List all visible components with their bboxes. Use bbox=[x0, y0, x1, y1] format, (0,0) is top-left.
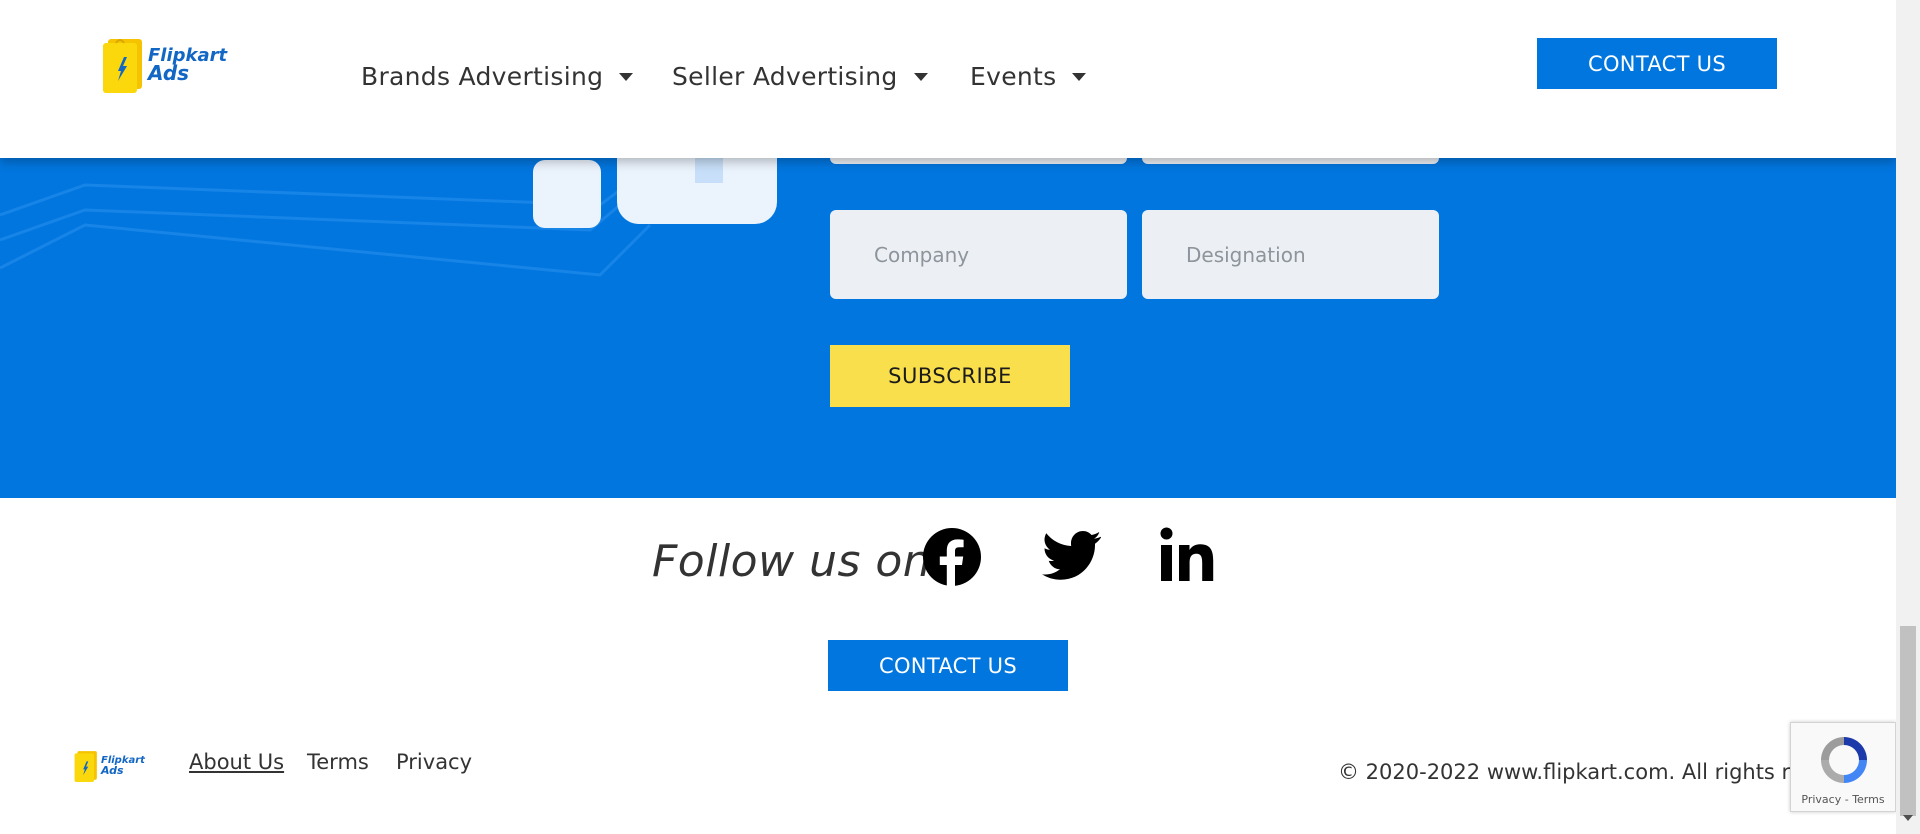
nav-label: Seller Advertising bbox=[672, 62, 898, 91]
nav-seller-advertising[interactable]: Seller Advertising bbox=[672, 62, 928, 91]
recaptcha-terms-link[interactable]: Terms bbox=[1852, 793, 1884, 806]
footer-link-about-us[interactable]: About Us bbox=[189, 750, 284, 774]
nav-label: Brands Advertising bbox=[361, 62, 604, 91]
recaptcha-logo-icon bbox=[1821, 737, 1867, 783]
recaptcha-badge[interactable]: Privacy - Terms bbox=[1790, 722, 1896, 812]
company-field[interactable]: Company bbox=[830, 210, 1127, 299]
logo-line2: Ads bbox=[148, 61, 190, 86]
nav-label: Events bbox=[970, 62, 1057, 91]
scroll-down-arrow-icon[interactable] bbox=[1903, 815, 1913, 821]
caret-down-icon bbox=[913, 72, 928, 81]
logo-line2: Ads bbox=[101, 763, 124, 777]
flipkart-bag-icon bbox=[103, 39, 142, 93]
page: Company Designation SUBSCRIBE Flipkart A… bbox=[0, 0, 1896, 834]
site-header: Flipkart Ads Brands Advertising Seller A… bbox=[0, 0, 1896, 158]
recaptcha-links: Privacy - Terms bbox=[1791, 793, 1895, 806]
twitter-icon[interactable] bbox=[1042, 530, 1102, 582]
footer-link-terms[interactable]: Terms bbox=[307, 750, 369, 774]
nav-events[interactable]: Events bbox=[970, 62, 1087, 91]
company-placeholder: Company bbox=[874, 242, 970, 267]
caret-down-icon bbox=[619, 72, 634, 81]
follow-us-label: Follow us on bbox=[652, 536, 932, 587]
caret-down-icon bbox=[1072, 72, 1087, 81]
footer-link-privacy[interactable]: Privacy bbox=[396, 750, 472, 774]
flipkart-bag-icon bbox=[74, 751, 97, 782]
page-scrollbar[interactable] bbox=[1896, 0, 1920, 834]
header-logo[interactable]: Flipkart Ads bbox=[102, 37, 227, 93]
header-contact-button[interactable]: CONTACT US bbox=[1537, 38, 1777, 89]
designation-placeholder: Designation bbox=[1186, 242, 1306, 267]
linkedin-icon[interactable] bbox=[1160, 527, 1216, 583]
recaptcha-privacy-link[interactable]: Privacy bbox=[1801, 793, 1841, 806]
facebook-icon[interactable] bbox=[922, 527, 982, 587]
footer-logo[interactable]: Flipkart Ads bbox=[74, 750, 145, 782]
scrollbar-thumb[interactable] bbox=[1900, 626, 1916, 816]
nav-brands-advertising[interactable]: Brands Advertising bbox=[361, 62, 634, 91]
footer-contact-button[interactable]: CONTACT US bbox=[828, 640, 1068, 691]
subscribe-button[interactable]: SUBSCRIBE bbox=[830, 345, 1070, 407]
designation-field[interactable]: Designation bbox=[1142, 210, 1439, 299]
